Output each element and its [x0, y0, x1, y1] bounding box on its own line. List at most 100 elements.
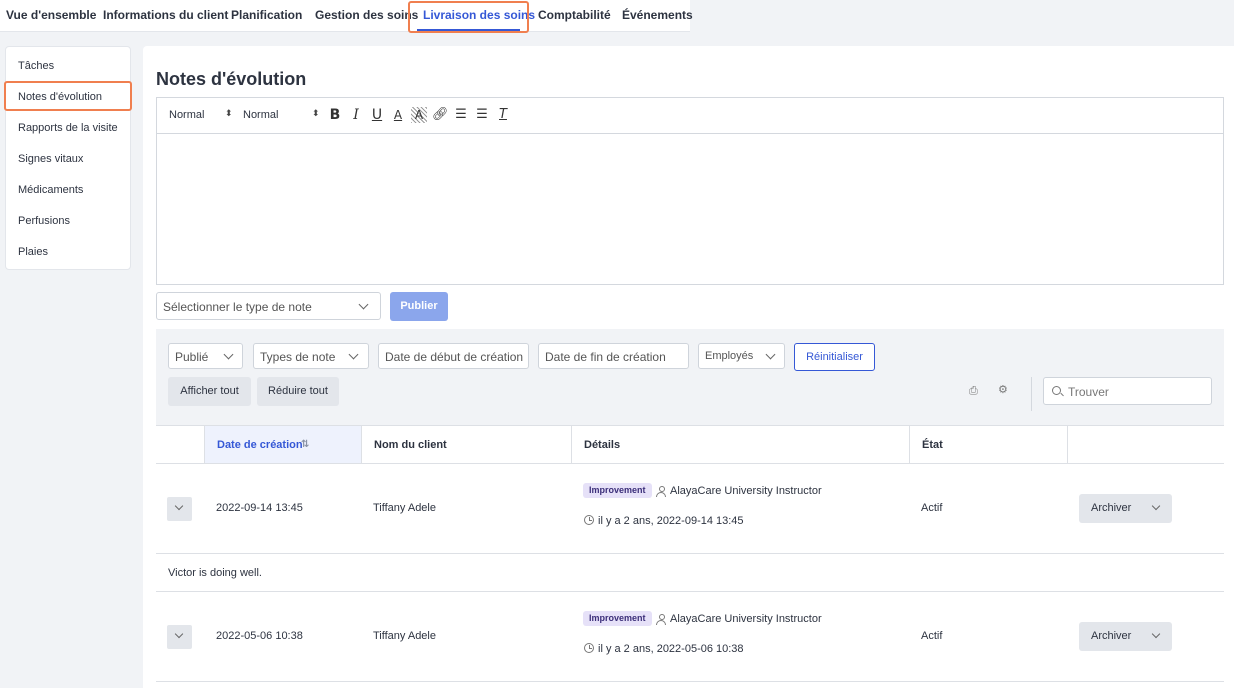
archive-button[interactable]: Archiver — [1079, 622, 1172, 651]
heading-select-caret-icon: ⬍ — [225, 108, 233, 118]
sidebar-item-infusions[interactable]: Perfusions — [18, 215, 70, 227]
size-select[interactable]: Normal — [243, 109, 278, 121]
chevron-down-icon — [174, 501, 184, 511]
end-date-input[interactable]: Date de fin de création — [538, 343, 689, 369]
clock-icon — [584, 643, 594, 653]
tab-overview[interactable]: Vue d'ensemble — [6, 8, 96, 22]
actions-column-header — [1067, 426, 1224, 463]
expand-row-button[interactable] — [167, 625, 192, 649]
column-header-label: Nom du client — [374, 439, 447, 451]
sidebar-item-wounds[interactable]: Plaies — [18, 246, 48, 258]
author-cell: AlayaCare University Instructor — [670, 613, 822, 625]
tab-client-info[interactable]: Informations du client — [103, 8, 228, 22]
gear-icon[interactable]: ⚙ — [998, 383, 1008, 396]
chevron-down-icon[interactable] — [1151, 629, 1161, 639]
heading-select[interactable]: Normal — [169, 109, 204, 121]
start-date-input[interactable]: Date de début de création — [378, 343, 529, 369]
note-type-tag: Improvement — [583, 611, 652, 626]
search-placeholder: Trouver — [1068, 385, 1109, 399]
sidebar-item-visit-reports[interactable]: Rapports de la visite — [18, 122, 118, 134]
client-name-cell: Tiffany Adele — [373, 630, 436, 642]
employees-filter-value: Employés — [705, 350, 754, 362]
note-content-row: Victor is doing well. — [156, 554, 1224, 592]
created-date-cell: 2022-09-14 13:45 — [216, 502, 303, 514]
reset-button[interactable]: Réinitialiser — [794, 343, 875, 371]
sidebar: Tâches Notes d'évolution Rapports de la … — [5, 46, 131, 270]
collapse-all-button[interactable]: Réduire tout — [257, 377, 339, 406]
column-header-client-name[interactable]: Nom du client — [361, 426, 571, 463]
expand-column-header — [156, 426, 204, 463]
toolbar-divider — [1031, 377, 1032, 411]
author-cell: AlayaCare University Instructor — [670, 485, 822, 497]
sidebar-item-medications[interactable]: Médicaments — [18, 184, 83, 196]
search-input[interactable]: Trouver — [1043, 377, 1212, 405]
chevron-down-icon — [223, 349, 234, 360]
client-name-cell: Tiffany Adele — [373, 502, 436, 514]
rich-text-editor: Normal ⬍ Normal ⬍ B I U A A 🔗︎ ☰ ☰ T — [156, 97, 1224, 285]
chevron-down-icon[interactable] — [1151, 501, 1161, 511]
employees-filter-select[interactable]: Employés — [698, 343, 785, 369]
size-select-caret-icon: ⬍ — [312, 108, 320, 118]
sort-icon[interactable]: ⇅ — [301, 439, 309, 450]
sidebar-item-progress-notes[interactable]: Notes d'évolution — [18, 91, 102, 103]
user-icon — [656, 614, 666, 625]
underline-icon[interactable]: U — [369, 107, 385, 123]
chevron-down-icon — [358, 299, 369, 310]
active-tab-indicator — [417, 29, 520, 31]
tab-accounting[interactable]: Comptabilité — [538, 8, 611, 22]
table-row: 2022-09-14 13:45 Tiffany Adele Improveme… — [156, 464, 1224, 554]
tab-care-delivery[interactable]: Livraison des soins — [423, 8, 535, 22]
tab-events[interactable]: Événements — [622, 8, 693, 22]
start-date-placeholder: Date de début de création — [385, 350, 524, 364]
column-header-details[interactable]: Détails — [571, 426, 909, 463]
note-types-filter-select[interactable]: Types de note — [253, 343, 369, 369]
bullet-list-icon[interactable]: ☰ — [474, 107, 490, 123]
clock-icon — [584, 515, 594, 525]
chevron-down-icon — [348, 349, 359, 360]
italic-icon[interactable]: I — [348, 107, 364, 123]
status-cell: Actif — [921, 502, 943, 514]
note-type-placeholder: Sélectionner le type de note — [163, 300, 312, 314]
note-types-filter-value: Types de note — [260, 350, 336, 364]
column-header-label: État — [922, 439, 943, 451]
top-navigation: Vue d'ensemble Informations du client Pl… — [0, 0, 693, 32]
print-icon[interactable]: ⎙ — [969, 384, 978, 398]
chevron-down-icon — [174, 629, 184, 639]
clear-format-icon[interactable]: T — [495, 107, 511, 123]
text-color-icon[interactable]: A — [390, 107, 406, 123]
created-date-cell: 2022-05-06 10:38 — [216, 630, 303, 642]
tab-scheduling[interactable]: Planification — [231, 8, 302, 22]
link-icon[interactable]: 🔗︎ — [432, 107, 449, 123]
archive-button[interactable]: Archiver — [1079, 494, 1172, 523]
sidebar-item-tasks[interactable]: Tâches — [18, 60, 54, 72]
note-content-text: Victor is doing well. — [168, 567, 262, 579]
column-header-created-date[interactable]: Date de création ⇅ — [204, 426, 361, 463]
background-color-icon[interactable]: A — [411, 107, 427, 123]
page-title: Notes d'évolution — [156, 69, 307, 89]
note-type-select[interactable]: Sélectionner le type de note — [156, 292, 381, 320]
user-icon — [656, 486, 666, 497]
archive-button-label: Archiver — [1091, 502, 1132, 514]
bold-icon[interactable]: B — [327, 107, 343, 123]
table-header: Date de création ⇅ Nom du client Détails… — [156, 425, 1224, 464]
end-date-placeholder: Date de fin de création — [545, 350, 666, 364]
editor-toolbar: Normal ⬍ Normal ⬍ B I U A A 🔗︎ ☰ ☰ T — [157, 98, 1223, 134]
tab-care-management[interactable]: Gestion des soins — [315, 8, 418, 22]
archive-button-label: Archiver — [1091, 630, 1132, 642]
note-type-tag: Improvement — [583, 483, 652, 498]
chevron-down-icon — [765, 349, 776, 360]
column-header-label: Détails — [584, 439, 621, 451]
publish-button[interactable]: Publier — [390, 292, 448, 321]
sidebar-item-vitals[interactable]: Signes vitaux — [18, 153, 83, 165]
status-filter-value: Publié — [175, 350, 209, 364]
search-icon — [1052, 386, 1061, 395]
relative-time-cell: il y a 2 ans, 2022-05-06 10:38 — [598, 643, 744, 655]
editor-content-area[interactable] — [157, 134, 1223, 284]
column-header-status[interactable]: État — [909, 426, 1067, 463]
status-filter-select[interactable]: Publié — [168, 343, 243, 369]
expand-all-button[interactable]: Afficher tout — [168, 377, 251, 406]
ordered-list-icon[interactable]: ☰ — [453, 107, 469, 123]
expand-row-button[interactable] — [167, 497, 192, 521]
table-row: 2022-05-06 10:38 Tiffany Adele Improveme… — [156, 592, 1224, 682]
column-header-label: Date de création — [217, 439, 303, 451]
